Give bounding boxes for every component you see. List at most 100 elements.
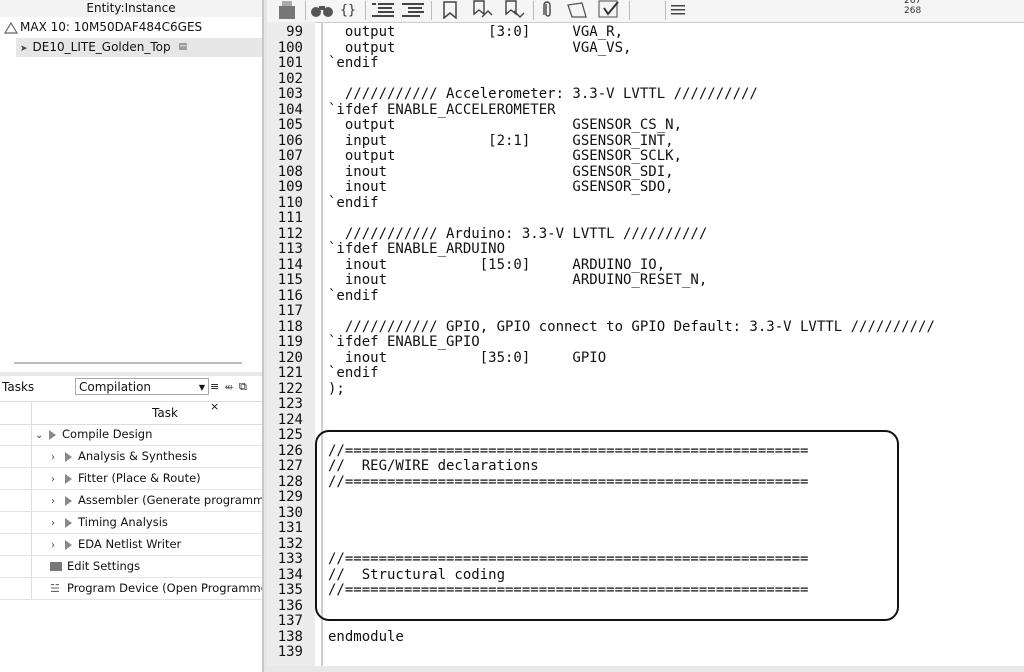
- flow-select-value: Compilation: [79, 380, 152, 394]
- code-line[interactable]: `ifdef ENABLE_GPIO: [328, 334, 480, 351]
- horizontal-scrollbar[interactable]: [267, 666, 1024, 672]
- code-line[interactable]: output GSENSOR_CS_N,: [328, 117, 682, 134]
- braces-icon[interactable]: {}: [339, 0, 357, 20]
- editor-toolbar: {} 267 268: [267, 0, 1024, 23]
- task-label: Assembler (Generate programmin: [78, 493, 262, 507]
- code-line[interactable]: inout [35:0] GPIO: [328, 350, 606, 367]
- line-number: 138: [277, 628, 303, 645]
- indent-icon[interactable]: [371, 0, 395, 20]
- task-program-device[interactable]: ☱ Program Device (Open Programmer): [0, 578, 262, 600]
- code-line[interactable]: /////////// Arduino: 3.3-V LVTTL ///////…: [328, 226, 707, 243]
- restore-icon[interactable]: ⧉: [239, 380, 248, 393]
- play-icon: [65, 539, 72, 550]
- code-line[interactable]: inout ARDUINO_RESET_N,: [328, 272, 707, 289]
- play-icon: [49, 429, 56, 440]
- chevron-right-icon[interactable]: ›: [51, 447, 65, 467]
- code-line[interactable]: `endif: [328, 195, 379, 212]
- next-bookmark-icon[interactable]: [503, 0, 527, 20]
- line-number: 135: [277, 582, 303, 598]
- check-icon[interactable]: [597, 0, 623, 20]
- task-label: Edit Settings: [67, 559, 141, 573]
- counter-icon[interactable]: 267 268: [904, 0, 921, 16]
- chevron-right-icon[interactable]: ›: [51, 513, 65, 533]
- line-number: 125: [277, 427, 303, 443]
- attach-icon[interactable]: [539, 0, 557, 20]
- list-icon[interactable]: [669, 0, 687, 20]
- code-line[interactable]: output GSENSOR_SCLK,: [328, 148, 682, 165]
- code-line[interactable]: /////////// GPIO, GPIO connect to GPIO D…: [328, 319, 935, 336]
- line-number: 132: [277, 535, 303, 552]
- hierarchy-top-entity[interactable]: ➤ DE10_LITE_Golden_Top ▤: [16, 38, 262, 57]
- task-column-header: Task: [0, 401, 262, 425]
- code-line[interactable]: `endif: [328, 365, 379, 382]
- pin-icon[interactable]: ⬴: [225, 380, 235, 393]
- line-number: 118: [277, 318, 303, 335]
- task-label: Fitter (Place & Route): [78, 471, 201, 485]
- line-number: 114: [277, 256, 303, 273]
- code-line[interactable]: inout GSENSOR_SDI,: [328, 164, 674, 181]
- line-number: 112: [277, 225, 303, 242]
- task-label: Timing Analysis: [78, 515, 168, 529]
- annotation-box: [315, 430, 899, 621]
- task-label: EDA Netlist Writer: [78, 537, 182, 551]
- line-number: 110: [277, 194, 303, 211]
- code-line[interactable]: `ifdef ENABLE_ARDUINO: [328, 241, 505, 258]
- code-line[interactable]: output VGA_VS,: [328, 40, 632, 57]
- menu-icon[interactable]: ≡: [210, 380, 220, 393]
- task-label: Analysis & Synthesis: [78, 449, 198, 463]
- prev-bookmark-icon[interactable]: [471, 0, 495, 20]
- line-number: 101: [277, 55, 303, 71]
- line-number: 129: [277, 489, 303, 505]
- entity-icon: ➤: [20, 44, 28, 54]
- task-column-label: Task: [152, 406, 178, 420]
- line-number: 123: [277, 396, 303, 412]
- code-line[interactable]: input [2:1] GSENSOR_INT,: [328, 133, 674, 150]
- chevron-right-icon[interactable]: ›: [51, 535, 65, 555]
- code-line[interactable]: );: [328, 381, 345, 398]
- code-line[interactable]: `endif: [328, 55, 379, 72]
- code-line[interactable]: `ifdef ENABLE_ACCELEROMETER: [328, 102, 556, 119]
- line-number: 139: [277, 644, 303, 660]
- tasks-label: Tasks: [2, 380, 35, 394]
- panel-divider[interactable]: [0, 372, 262, 376]
- code-line[interactable]: endmodule: [328, 629, 404, 646]
- task-assembler[interactable]: › Assembler (Generate programmin: [0, 490, 262, 512]
- line-number: 109: [277, 179, 303, 195]
- insert-template-icon[interactable]: [273, 0, 301, 20]
- chevron-down-icon: ▼: [198, 383, 205, 392]
- task-compile-design[interactable]: ⌄ Compile Design: [0, 424, 262, 446]
- task-fitter[interactable]: › Fitter (Place & Route): [0, 468, 262, 490]
- code-line[interactable]: `endif: [328, 288, 379, 305]
- line-number: 131: [277, 520, 303, 536]
- task-eda-netlist-writer[interactable]: › EDA Netlist Writer: [0, 534, 262, 556]
- code-line[interactable]: inout GSENSOR_SDO,: [328, 179, 674, 196]
- link-icon: ▤: [178, 42, 187, 52]
- code-line[interactable]: inout [15:0] ARDUINO_IO,: [328, 257, 665, 274]
- line-number: 111: [277, 210, 303, 226]
- find-icon[interactable]: [309, 0, 335, 20]
- chevron-right-icon[interactable]: ›: [51, 469, 65, 489]
- line-number: 100: [277, 39, 303, 56]
- flow-select[interactable]: Compilation ▼: [75, 378, 209, 395]
- top-entity-label: DE10_LITE_Golden_Top: [32, 40, 171, 54]
- left-panel: Entity:Instance MAX 10: 10M50DAF484C6GES…: [0, 0, 262, 672]
- chevron-down-icon[interactable]: ⌄: [35, 425, 49, 445]
- line-number: 108: [277, 163, 303, 180]
- counter-bottom: 268: [904, 6, 922, 16]
- code-line[interactable]: /////////// Accelerometer: 3.3-V LVTTL /…: [328, 86, 758, 103]
- line-number: 104: [277, 101, 303, 118]
- line-number: 124: [277, 411, 303, 428]
- code-line[interactable]: output [3:0] VGA_R,: [328, 24, 623, 41]
- task-timing-analysis[interactable]: › Timing Analysis: [0, 512, 262, 534]
- play-icon: [65, 473, 72, 484]
- task-edit-settings[interactable]: Edit Settings: [0, 556, 262, 578]
- line-number: 119: [277, 334, 303, 350]
- shape-icon[interactable]: [565, 0, 589, 20]
- chevron-right-icon[interactable]: ›: [51, 491, 65, 511]
- unindent-icon[interactable]: [401, 0, 425, 20]
- hierarchy-scrollbar[interactable]: [14, 362, 242, 364]
- hierarchy-device[interactable]: MAX 10: 10M50DAF484C6GES: [0, 18, 262, 37]
- task-analysis-synthesis[interactable]: › Analysis & Synthesis: [0, 446, 262, 468]
- bookmark-icon[interactable]: [439, 0, 461, 20]
- device-label: MAX 10: 10M50DAF484C6GES: [20, 20, 203, 34]
